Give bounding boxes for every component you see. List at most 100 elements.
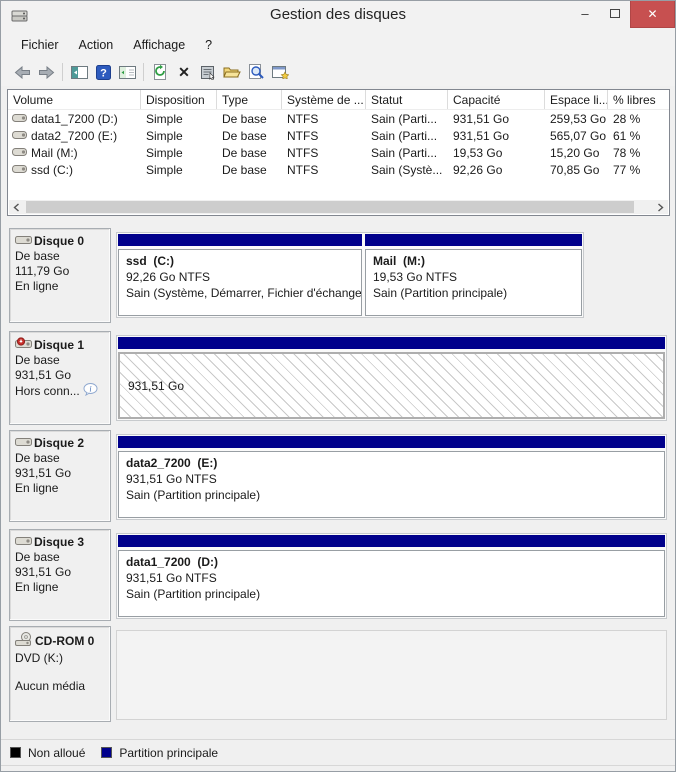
show-hide-panel-icon[interactable] bbox=[115, 60, 139, 84]
disk-row-3: Disque 3 De base 931,51 Go En ligne data… bbox=[9, 529, 667, 621]
col-volume[interactable]: Volume bbox=[8, 90, 141, 109]
disk-size: 931,51 Go bbox=[15, 368, 106, 383]
partition-data2[interactable]: data2_7200 (E:) 931,51 Go NTFS Sain (Par… bbox=[118, 436, 665, 518]
partition-name: data1_7200 (D:) bbox=[126, 554, 657, 570]
volume-icon bbox=[12, 163, 27, 177]
partition-type-strip bbox=[118, 535, 665, 547]
toolbar-separator bbox=[62, 63, 63, 81]
disk-row-1: Disque 1 De base 931,51 Go Hors conn...i… bbox=[9, 331, 667, 425]
disk1-band: 931,51 Go bbox=[116, 335, 667, 421]
cdrom-empty-area bbox=[116, 630, 667, 720]
manage-window-icon[interactable] bbox=[268, 60, 292, 84]
disk-management-window: Gestion des disques – ✕ Fichier Action A… bbox=[0, 0, 676, 772]
menu-action[interactable]: Action bbox=[69, 35, 124, 55]
cdrom-info-panel[interactable]: CD-ROM 0 DVD (K:) Aucun média bbox=[9, 626, 111, 722]
disk-status: Hors conn... bbox=[15, 384, 80, 399]
table-header: Volume Disposition Type Système de ... S… bbox=[8, 90, 669, 110]
partition-type-strip bbox=[365, 234, 582, 246]
search-icon[interactable] bbox=[244, 60, 268, 84]
disk2-band: data2_7200 (E:) 931,51 Go NTFS Sain (Par… bbox=[116, 434, 667, 520]
scroll-right-icon[interactable] bbox=[653, 200, 668, 214]
disk0-info-panel[interactable]: Disque 0 De base 111,79 Go En ligne bbox=[9, 228, 111, 323]
disk-size: 111,79 Go bbox=[15, 264, 106, 279]
disk2-info-panel[interactable]: Disque 2 De base 931,51 Go En ligne bbox=[9, 430, 111, 522]
disk-icon bbox=[15, 436, 32, 451]
disk-row-2: Disque 2 De base 931,51 Go En ligne data… bbox=[9, 430, 667, 522]
partition-type-strip bbox=[118, 436, 665, 448]
disk-error-icon bbox=[15, 337, 32, 353]
menu-help[interactable]: ? bbox=[195, 35, 222, 55]
back-icon[interactable] bbox=[10, 60, 34, 84]
disk-size: 931,51 Go bbox=[15, 466, 106, 481]
disk3-info-panel[interactable]: Disque 3 De base 931,51 Go En ligne bbox=[9, 529, 111, 621]
info-bubble-icon[interactable]: i bbox=[83, 383, 98, 400]
disk-size: 931,51 Go bbox=[15, 565, 106, 580]
partition-name: data2_7200 (E:) bbox=[126, 455, 657, 471]
menu-affichage[interactable]: Affichage bbox=[123, 35, 195, 55]
horizontal-scrollbar[interactable] bbox=[9, 200, 668, 214]
col-statut[interactable]: Statut bbox=[366, 90, 448, 109]
partition-type-strip bbox=[118, 234, 362, 246]
col-espace[interactable]: Espace li... bbox=[545, 90, 608, 109]
maximize-icon bbox=[610, 9, 620, 18]
scrollbar-thumb[interactable] bbox=[26, 201, 634, 213]
col-type[interactable]: Type bbox=[217, 90, 282, 109]
properties-icon[interactable] bbox=[196, 60, 220, 84]
cdrom-media-status: Aucun média bbox=[15, 679, 106, 694]
toolbar-separator bbox=[143, 63, 144, 81]
title-bar: Gestion des disques – ✕ bbox=[1, 1, 675, 32]
partition-data1[interactable]: data1_7200 (D:) 931,51 Go NTFS Sain (Par… bbox=[118, 535, 665, 617]
legend-bar: Non alloué Partition principale bbox=[1, 739, 675, 766]
volume-icon bbox=[12, 112, 27, 126]
forward-icon[interactable] bbox=[34, 60, 58, 84]
partition-status: Sain (Partition principale) bbox=[373, 285, 574, 301]
partition-status: Sain (Partition principale) bbox=[126, 487, 657, 503]
disk-name: Disque 3 bbox=[34, 535, 84, 550]
legend-label: Partition principale bbox=[119, 746, 218, 760]
delete-icon[interactable]: ✕ bbox=[172, 60, 196, 84]
partition-type-strip bbox=[118, 337, 665, 349]
open-folder-icon[interactable] bbox=[220, 60, 244, 84]
legend-label: Non alloué bbox=[28, 746, 85, 760]
scroll-left-icon[interactable] bbox=[9, 200, 24, 214]
disk-status: En ligne bbox=[15, 279, 106, 294]
table-row[interactable]: data1_7200 (D:) Simple De base NTFS Sain… bbox=[8, 110, 669, 127]
disk-icon bbox=[15, 234, 32, 249]
partition-size: 931,51 Go NTFS bbox=[126, 570, 657, 586]
col-systeme[interactable]: Système de ... bbox=[282, 90, 366, 109]
svg-text:i: i bbox=[89, 384, 91, 393]
menu-fichier[interactable]: Fichier bbox=[11, 35, 69, 55]
volume-list-panel: Volume Disposition Type Système de ... S… bbox=[7, 89, 670, 216]
console-tree-icon[interactable] bbox=[67, 60, 91, 84]
col-capacite[interactable]: Capacité bbox=[448, 90, 545, 109]
primary-partition-swatch bbox=[101, 747, 112, 758]
disk-status: En ligne bbox=[15, 481, 106, 496]
svg-text:?: ? bbox=[100, 67, 107, 79]
disk-row-0: Disque 0 De base 111,79 Go En ligne ssd … bbox=[9, 228, 667, 323]
col-disposition[interactable]: Disposition bbox=[141, 90, 217, 109]
disk-name: Disque 0 bbox=[34, 234, 84, 249]
disk-name: Disque 1 bbox=[34, 338, 84, 353]
maximize-button[interactable] bbox=[600, 1, 630, 25]
disk1-info-panel[interactable]: Disque 1 De base 931,51 Go Hors conn...i bbox=[9, 331, 111, 425]
partition-mail[interactable]: Mail (M:) 19,53 Go NTFS Sain (Partition … bbox=[365, 234, 582, 316]
unallocated-region[interactable]: 931,51 Go bbox=[118, 337, 665, 419]
legend-primary-partition: Partition principale bbox=[101, 746, 218, 760]
toolbar: ? ✕ bbox=[1, 58, 675, 86]
col-libres[interactable]: % libres bbox=[608, 90, 669, 109]
disk3-band: data1_7200 (D:) 931,51 Go NTFS Sain (Par… bbox=[116, 533, 667, 619]
table-row[interactable]: ssd (C:) Simple De base NTFS Sain (Systè… bbox=[8, 161, 669, 178]
close-button[interactable]: ✕ bbox=[630, 1, 675, 28]
partition-size: 92,26 Go NTFS bbox=[126, 269, 354, 285]
unallocated-swatch bbox=[10, 747, 21, 758]
partition-size: 931,51 Go NTFS bbox=[126, 471, 657, 487]
table-row[interactable]: Mail (M:) Simple De base NTFS Sain (Part… bbox=[8, 144, 669, 161]
unallocated-size: 931,51 Go bbox=[128, 378, 184, 394]
help-icon[interactable]: ? bbox=[91, 60, 115, 84]
table-row[interactable]: data2_7200 (E:) Simple De base NTFS Sain… bbox=[8, 127, 669, 144]
volume-icon bbox=[12, 146, 27, 160]
refresh-icon[interactable] bbox=[148, 60, 172, 84]
partition-ssd[interactable]: ssd (C:) 92,26 Go NTFS Sain (Système, Dé… bbox=[118, 234, 362, 316]
cdrom-name: CD-ROM 0 bbox=[35, 634, 94, 649]
minimize-button[interactable]: – bbox=[570, 1, 600, 25]
